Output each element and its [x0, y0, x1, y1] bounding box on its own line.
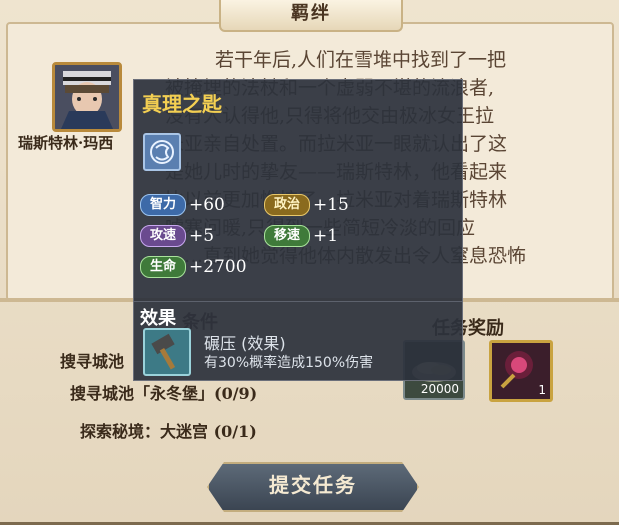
hammer-icon [151, 333, 176, 370]
tooltip-divider [134, 301, 462, 302]
stat-label: 生命 [140, 256, 186, 278]
reward-item-orb[interactable]: 1 [489, 340, 553, 402]
stat-value: +15 [313, 195, 349, 215]
hero-portrait-icon [55, 65, 119, 129]
stat-label: 政治 [264, 194, 310, 216]
item-tooltip: 真理之匙 智力 +60 政治 +15 攻速 +5 移速 +1 生命 +2700 效果 碾压… [133, 79, 463, 381]
panel-title: 羁绊 [291, 3, 331, 24]
stat-label: 攻速 [140, 225, 186, 247]
stat-label: 智力 [140, 194, 186, 216]
dark-orb-icon [500, 351, 533, 389]
stat-value: +5 [189, 226, 215, 246]
submit-task-button[interactable]: 提交任务 [207, 462, 419, 512]
task-item: 搜寻城池 [60, 352, 125, 371]
reward-count: 1 [538, 383, 546, 397]
stat-row: 政治 +15 [264, 194, 349, 216]
task-item: 探索秘境：大迷宫 (0/1) [80, 422, 257, 441]
effect-header: 效果 [140, 308, 176, 329]
skill-description: 有30%概率造成150%伤害 [204, 355, 374, 371]
hero-name: 瑞斯特林·玛西 [18, 134, 114, 152]
story-line: 若干年后,人们在雪堆中找到了一把 [215, 49, 507, 71]
task-item: 搜寻城池「永冬堡」(0/9) [70, 384, 258, 403]
tooltip-item-title: 真理之匙 [142, 92, 222, 116]
stat-row: 生命 +2700 [140, 256, 247, 278]
stat-row: 攻速 +5 [140, 225, 214, 247]
submit-task-label: 提交任务 [269, 473, 357, 497]
hero-avatar[interactable] [52, 62, 122, 132]
stat-label: 移速 [264, 225, 310, 247]
reward-count: 20000 [420, 382, 459, 396]
stat-row: 移速 +1 [264, 225, 338, 247]
stat-value: +2700 [189, 257, 247, 277]
skill-name: 碾压 (效果) [204, 334, 286, 353]
stat-value: +60 [189, 195, 225, 215]
stat-row: 智力 +60 [140, 194, 225, 216]
panel-title-tab: 羁绊 [219, 0, 403, 32]
tooltip-item-slot [143, 133, 181, 171]
dragon-emblem-icon [150, 140, 174, 164]
stat-value: +1 [313, 226, 339, 246]
skill-slot [143, 328, 191, 376]
